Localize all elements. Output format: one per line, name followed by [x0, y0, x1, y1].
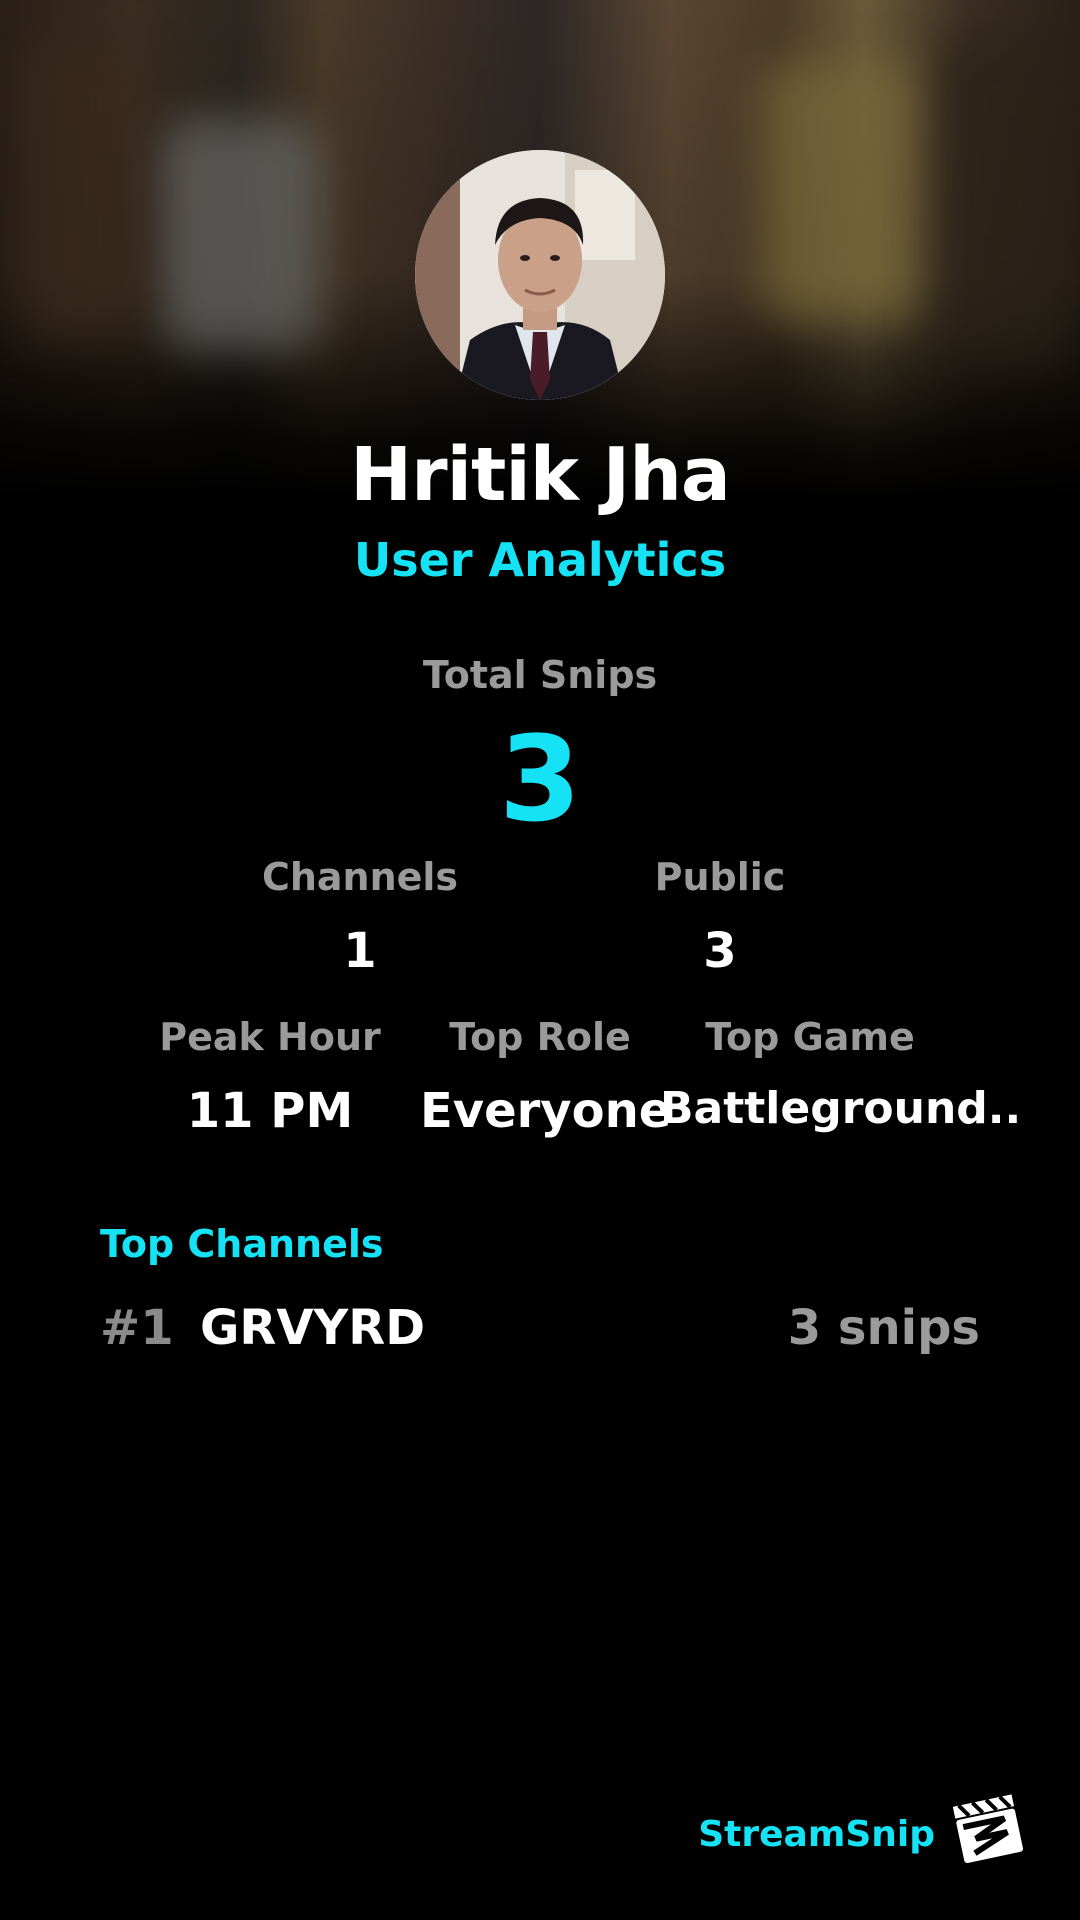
stat-public: Public 3: [580, 855, 860, 979]
stat-value: 11 PM: [186, 1083, 354, 1139]
header-background-blur: [760, 60, 930, 320]
stat-peak-hour: Peak Hour 11 PM: [150, 1015, 390, 1139]
channel-snip-count: 3 snips: [787, 1300, 980, 1356]
stat-value: 3: [703, 923, 737, 979]
header-background-blur: [20, 40, 140, 340]
header-background-blur: [930, 40, 1070, 360]
header-background-blur: [160, 120, 320, 350]
stat-label: Public: [654, 855, 786, 899]
channel-rank: #1: [100, 1300, 174, 1356]
profile-name: Hritik Jha: [350, 432, 731, 518]
top-channels-title: Top Channels: [100, 1222, 384, 1266]
brand-name: StreamSnip: [698, 1814, 935, 1855]
stat-top-role: Top Role Everyone: [420, 1015, 672, 1139]
total-snips-value: 3: [498, 710, 582, 848]
stat-label: Peak Hour: [159, 1015, 381, 1059]
stat-value: Battleground..: [660, 1083, 1022, 1134]
clapperboard-icon: [952, 1794, 1024, 1864]
list-item[interactable]: #1 GRVYRD 3 snips: [100, 1300, 980, 1364]
channel-name: GRVYRD: [200, 1300, 426, 1356]
stat-label: Top Game: [705, 1015, 915, 1059]
page-subtitle: User Analytics: [353, 533, 727, 587]
stat-label: Top Role: [449, 1015, 631, 1059]
avatar-photo: [415, 150, 665, 400]
avatar: [415, 150, 665, 400]
stat-top-game: Top Game Battleground..: [660, 1015, 1022, 1134]
stat-value: 1: [343, 923, 377, 979]
stat-value: Everyone: [420, 1083, 672, 1139]
total-snips-label: Total Snips: [422, 653, 658, 697]
stat-channels: Channels 1: [220, 855, 500, 979]
stat-label: Channels: [261, 855, 459, 899]
